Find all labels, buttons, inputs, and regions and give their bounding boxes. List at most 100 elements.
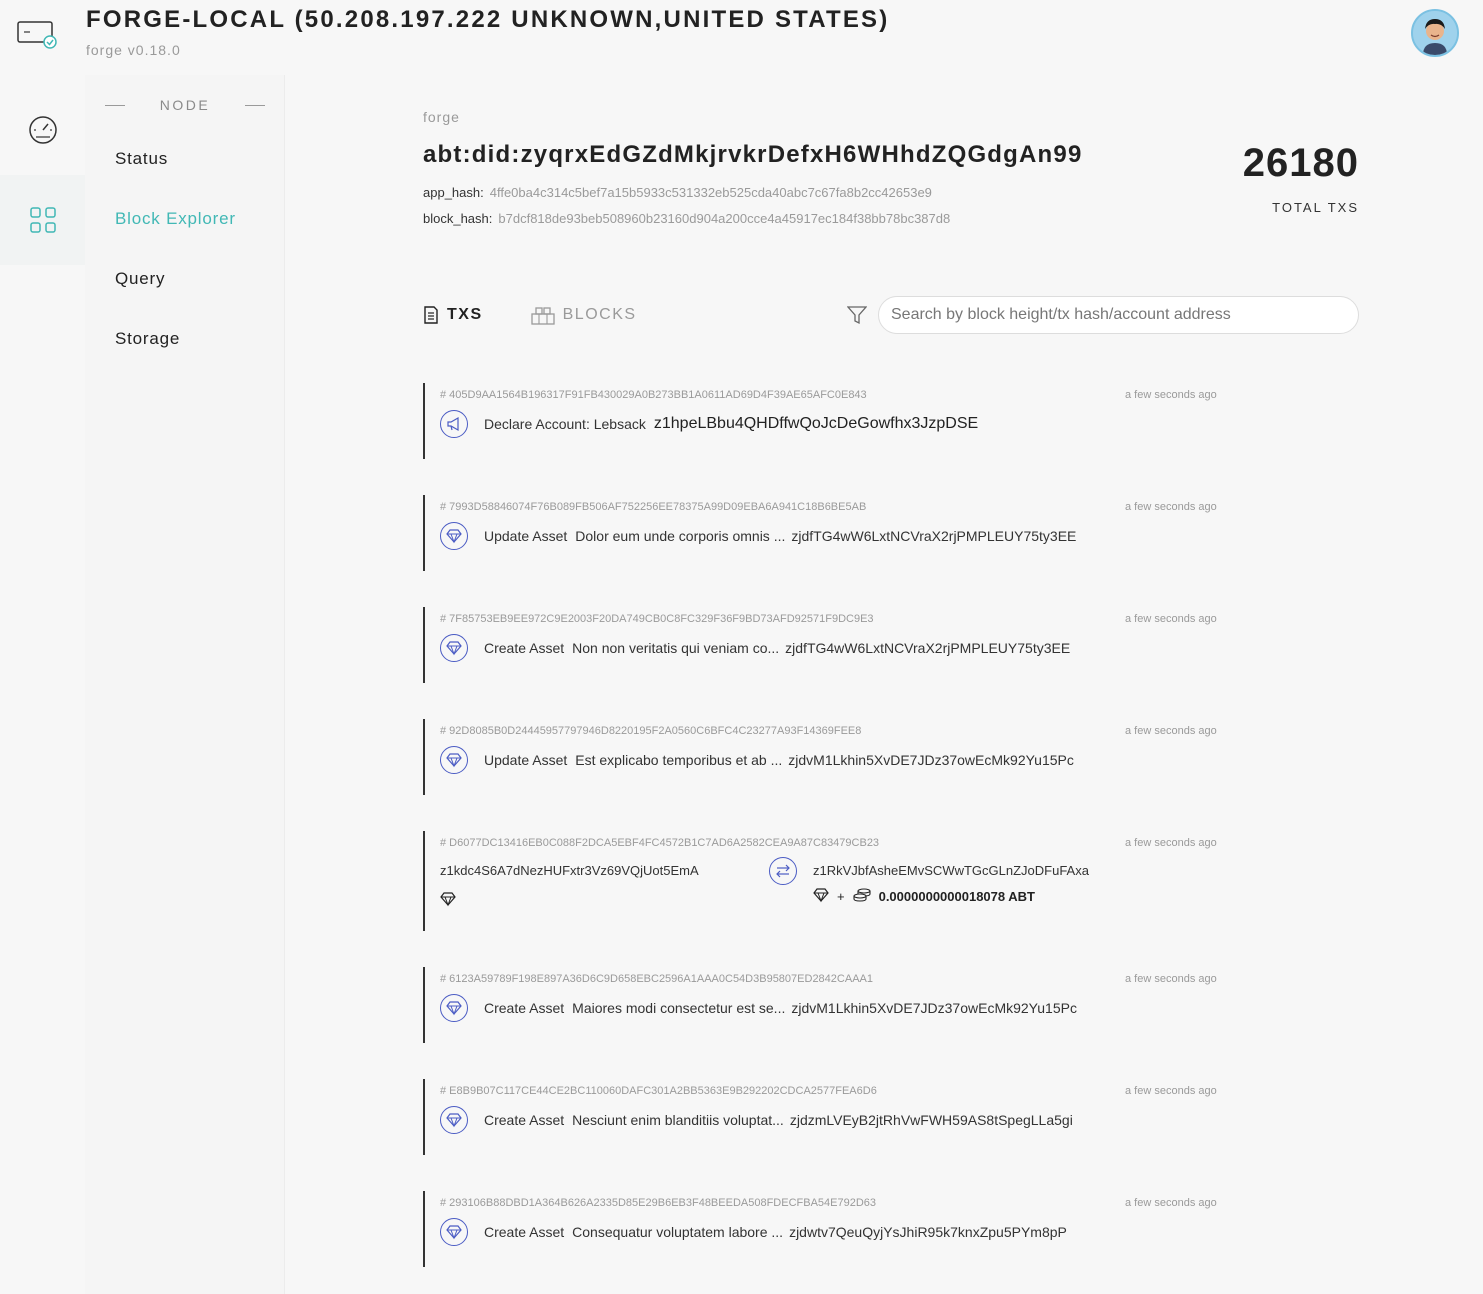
tx-hash[interactable]: # 6123A59789F198E897A36D6C9D658EBC2596A1… [440,973,873,985]
tab-txs-label: TXS [447,306,483,323]
sidebar: NODE Status Block Explorer Query Storage [85,75,285,1294]
main-content: forge abt:did:zyqrxEdGZdMkjrvkrDefxH6WHh… [286,75,1483,1294]
tab-txs[interactable]: TXS [423,306,483,324]
chain-did: abt:did:zyqrxEdGZdMkjrvkrDefxH6WHhdZQGdg… [423,141,1083,168]
tx-address[interactable]: zjdfTG4wW6LxtNCVraX2rjPMPLEUY75ty3EE [791,528,1076,544]
diamond-icon [440,891,456,912]
tx-type: Create Asset [484,640,565,656]
tx-hash[interactable]: # E8B9B07C117CE44CE2BC110060DAFC301A2BB5… [440,1085,877,1097]
tx-address[interactable]: z1hpeLBbu4QHDffwQoJcDeGowfhx3JzpDSE [654,415,978,433]
diamond-icon [440,522,468,550]
tx-row[interactable]: # 7993D58846074F76B089FB506AF752256EE783… [423,495,1223,571]
tx-from-address[interactable]: z1kdc4S6A7dNezHUFxtr3Vz69VQjUot5EmA [440,863,699,878]
tx-summary: Declare Account: Lebsack z1hpeLBbu4QHDffw… [440,409,978,439]
megaphone-icon [440,410,468,438]
app-title: FORGE-LOCAL (50.208.197.222 UNKNOWN,UNIT… [86,6,890,33]
tx-row[interactable]: # 405D9AA1564B196317F91FB430029A0B273BB1… [423,383,1223,459]
tx-summary: Create Asset Maiores modi consectetur est… [440,993,1077,1023]
search-input[interactable] [878,296,1359,334]
tx-row[interactable]: # 6123A59789F198E897A36D6C9D658EBC2596A1… [423,967,1223,1043]
tx-time: a few seconds ago [1125,973,1217,985]
tx-asset-name: Consequatur voluptatem labore ... [572,1224,784,1240]
tx-row[interactable]: # E8B9B07C117CE44CE2BC110060DAFC301A2BB5… [423,1079,1223,1155]
tx-hash[interactable]: # 92D8085B0D24445957797946D8220195F2A056… [440,725,861,737]
tx-row[interactable]: # D6077DC13416EB0C088F2DCA5EBF4FC4572B1C… [423,831,1223,931]
sidebar-item-status[interactable]: Status [115,149,168,169]
tx-address[interactable]: zjdvM1Lkhin5XvDE7JDz37owEcMk92Yu15Pc [788,752,1074,768]
transfer-amount-row: +0.0000000000018078 ABT [813,887,1035,906]
tx-time: a few seconds ago [1125,501,1217,513]
tx-time: a few seconds ago [1125,389,1217,401]
tx-address[interactable]: zjdzmLVEyB2jtRhVwFWH59AS8tSpegLLa5gi [790,1112,1073,1128]
plus-sign: + [837,889,845,904]
tx-type: Create Asset [484,1224,565,1240]
app-hash-label: app_hash: [423,185,484,200]
tx-asset-name: Est explicabo temporibus et ab ... [575,752,783,768]
tx-hash[interactable]: # 7993D58846074F76B089FB506AF752256EE783… [440,501,866,513]
tx-time: a few seconds ago [1125,1085,1217,1097]
chain-name: forge [423,109,460,125]
sidebar-item-storage[interactable]: Storage [115,329,180,349]
tx-hash[interactable]: # 7F85753EB9EE972C9E2003F20DA749CB0C8FC3… [440,613,874,625]
divider [105,104,125,106]
tx-address[interactable]: zjdvM1Lkhin5XvDE7JDz37owEcMk92Yu15Pc [791,1000,1077,1016]
rail-item-explorer[interactable] [0,175,85,265]
avatar[interactable] [1411,9,1459,57]
terminal-check-icon [17,21,57,49]
tx-time: a few seconds ago [1125,613,1217,625]
diamond-icon [440,994,468,1022]
block-hash-row: block_hash: b7dcf818de93beb508960b23160d9… [423,211,950,226]
tx-type: Create Asset [484,1112,565,1128]
tx-row[interactable]: # 92D8085B0D24445957797946D8220195F2A056… [423,719,1223,795]
document-icon [423,306,439,324]
tx-asset-name: Dolor eum unde corporis omnis ... [575,528,786,544]
sidebar-section-label: NODE [159,97,211,113]
rail-item-dashboard[interactable] [0,85,85,175]
left-rail [0,75,85,1294]
sidebar-section-header: NODE [105,97,265,113]
diamond-icon [440,1106,468,1134]
diamond-icon [440,634,468,662]
tx-address[interactable]: zjdwtv7QeuQyjYsJhiR95k7knxZpu5PYm8pP [789,1224,1067,1240]
explorer-tabs: TXS BLOCKS [423,300,637,330]
tx-type: Create Asset [484,1000,565,1016]
tx-hash[interactable]: # D6077DC13416EB0C088F2DCA5EBF4FC4572B1C… [440,837,879,849]
app-hash-row: app_hash: 4ffe0ba4c314c5bef7a15b5933c5313… [423,185,932,200]
tx-row[interactable]: # 293106B88DBD1A364B626A2335D85E29B6EB3F… [423,1191,1223,1267]
speedometer-icon [28,116,57,144]
tab-blocks[interactable]: BLOCKS [530,305,637,325]
tab-blocks-label: BLOCKS [562,306,637,323]
tx-hash[interactable]: # 405D9AA1564B196317F91FB430029A0B273BB1… [440,389,867,401]
total-txs-count: 26180 [1242,141,1359,185]
diamond-icon [440,1218,468,1246]
sidebar-item-block-explorer[interactable]: Block Explorer [115,209,236,229]
tx-asset-name: Maiores modi consectetur est se... [572,1000,786,1016]
tx-summary: Update Asset Dolor eum unde corporis omni… [440,521,1076,551]
sidebar-item-query[interactable]: Query [115,269,165,289]
tx-summary: Update Asset Est explicabo temporibus et … [440,745,1074,775]
tx-time: a few seconds ago [1125,1197,1217,1209]
total-txs-label: TOTAL TXS [1272,200,1359,215]
tx-hash[interactable]: # 293106B88DBD1A364B626A2335D85E29B6EB3F… [440,1197,876,1209]
tx-type: Update Asset [484,528,568,544]
tx-address[interactable]: zjdfTG4wW6LxtNCVraX2rjPMPLEUY75ty3EE [785,640,1070,656]
avatar-image [1413,11,1457,55]
tx-asset-name: Nesciunt enim blanditiis voluptat... [572,1112,784,1128]
block-hash-value: b7dcf818de93beb508960b23160d904a200cce4a… [498,211,951,226]
tx-time: a few seconds ago [1125,837,1217,849]
transfer-icon [769,857,797,885]
grid-icon [29,207,56,233]
app-version: forge v0.18.0 [86,42,181,58]
tx-to-address[interactable]: z1RkVJbfAsheEMvSCWwTGcGLnZJoDFuFAxa [813,863,1089,878]
tx-time: a few seconds ago [1125,725,1217,737]
diamond-icon [440,746,468,774]
filter-icon[interactable] [847,305,867,325]
tx-asset-name: Non non veritatis qui veniam co... [572,640,780,656]
tx-summary: Create Asset Nesciunt enim blanditiis vol… [440,1105,1073,1135]
app-hash-value: 4ffe0ba4c314c5bef7a15b5933c531332eb525cd… [489,185,932,200]
blocks-icon [530,305,555,325]
tx-row[interactable]: # 7F85753EB9EE972C9E2003F20DA749CB0C8FC3… [423,607,1223,683]
tx-summary: Create Asset Non non veritatis qui veniam… [440,633,1070,663]
tx-type: Declare Account: Lebsack [484,416,646,432]
tx-summary: Create Asset Consequatur voluptatem labor… [440,1217,1067,1247]
